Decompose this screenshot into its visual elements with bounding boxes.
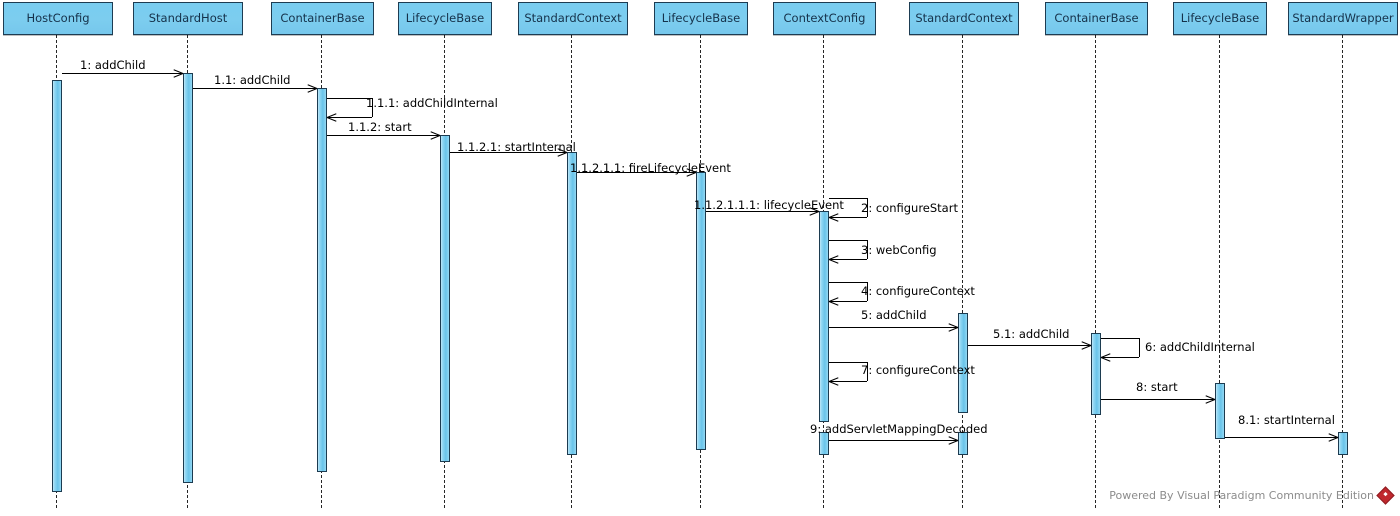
message-line-1 (62, 73, 183, 74)
activation-bar-ll5 (696, 172, 706, 450)
visual-paradigm-logo-icon (1376, 486, 1395, 505)
lifeline-label: StandardHost (148, 11, 228, 26)
activation-bar-ll0 (52, 80, 62, 492)
message-label-1.1.1: 1.1.1: addChildInternal (366, 96, 498, 110)
lifeline-label: HostConfig (26, 11, 90, 26)
message-label-1: 1: addChild (80, 58, 146, 72)
self-message-out-4 (829, 282, 867, 283)
activation-bar-ll3 (440, 135, 450, 462)
message-label-1.1.2.1: 1.1.2.1: startInternal (457, 140, 576, 154)
message-label-7: 7: configureContext (861, 363, 975, 377)
message-label-9: 9: addServletMappingDecoded (810, 422, 988, 436)
self-message-turn-6 (1139, 338, 1140, 357)
lifeline-header-standardcontext[interactable]: StandardContext (909, 2, 1019, 35)
message-line-8 (1101, 399, 1215, 400)
lifeline-label: ContainerBase (280, 11, 365, 26)
self-message-return-1.1.1 (327, 117, 372, 118)
lifeline-stem-ll8 (1095, 35, 1097, 508)
activation-bar-ll1 (183, 73, 193, 483)
message-label-6: 6: addChildInternal (1145, 340, 1255, 354)
self-message-out-6 (1101, 338, 1139, 339)
lifeline-header-containerbase[interactable]: ContainerBase (1045, 2, 1148, 35)
message-label-1.1.2.1.1: 1.1.2.1.1: fireLifecycleEvent (570, 161, 731, 175)
lifeline-header-lifecyclebase[interactable]: LifecycleBase (1173, 2, 1267, 35)
self-message-return-6 (1101, 357, 1139, 358)
lifeline-header-hostconfig[interactable]: HostConfig (3, 2, 113, 35)
watermark-text: Powered By Visual Paradigm Community Edi… (1109, 489, 1374, 502)
activation-bar-ll4 (567, 152, 577, 455)
self-message-return-4 (829, 301, 867, 302)
lifeline-label: StandardWrapper (1292, 11, 1394, 26)
lifeline-label: LifecycleBase (405, 11, 485, 26)
message-line-8.1 (1225, 437, 1338, 438)
lifeline-header-lifecyclebase[interactable]: LifecycleBase (398, 2, 492, 35)
message-line-1.1 (193, 88, 317, 89)
self-message-out-3 (829, 240, 867, 241)
lifeline-header-contextconfig[interactable]: ContextConfig (773, 2, 876, 35)
message-line-5.1 (968, 345, 1091, 346)
message-label-3: 3: webConfig (861, 243, 937, 257)
lifeline-label: LifecycleBase (1180, 11, 1260, 26)
lifeline-header-standardwrapper[interactable]: StandardWrapper (1288, 2, 1398, 35)
message-label-5: 5: addChild (861, 308, 927, 322)
message-line-1.1.2 (327, 135, 440, 136)
message-line-9 (829, 440, 958, 441)
lifeline-label: ContextConfig (783, 11, 866, 26)
message-label-2: 2: configureStart (861, 201, 958, 215)
self-message-return-7 (829, 381, 867, 382)
sequence-diagram-canvas: 1: addChild 1.1: addChild 1.1.1: addChildI… (0, 0, 1400, 516)
message-label-1.1.2: 1.1.2: start (348, 120, 412, 134)
message-label-4: 4: configureContext (861, 284, 975, 298)
lifeline-header-standardhost[interactable]: StandardHost (133, 2, 243, 35)
message-label-1.1: 1.1: addChild (214, 73, 291, 87)
activation-bar-ll6 (819, 211, 829, 422)
activation-bar-ll8 (1091, 333, 1101, 415)
lifeline-label: StandardContext (915, 11, 1013, 26)
message-label-8: 8: start (1136, 380, 1178, 394)
activation-bar-ll10 (1338, 432, 1348, 455)
lifeline-header-lifecyclebase[interactable]: LifecycleBase (654, 2, 748, 35)
lifeline-header-standardcontext[interactable]: StandardContext (518, 2, 628, 35)
self-message-return-3 (829, 259, 867, 260)
message-label-1.1.2.1.1.1: 1.1.2.1.1.1: lifecycleEvent (694, 198, 844, 212)
message-label-5.1: 5.1: addChild (993, 327, 1070, 341)
activation-bar-ll9 (1215, 383, 1225, 439)
watermark: Powered By Visual Paradigm Community Edi… (1109, 486, 1395, 505)
message-label-8.1: 8.1: startInternal (1238, 413, 1335, 427)
lifeline-label: LifecycleBase (661, 11, 741, 26)
lifeline-label: StandardContext (524, 11, 622, 26)
lifeline-header-containerbase[interactable]: ContainerBase (271, 2, 374, 35)
message-line-5 (829, 327, 958, 328)
lifeline-label: ContainerBase (1054, 11, 1139, 26)
self-message-return-2 (829, 217, 867, 218)
activation-bar-ll2 (317, 88, 327, 472)
